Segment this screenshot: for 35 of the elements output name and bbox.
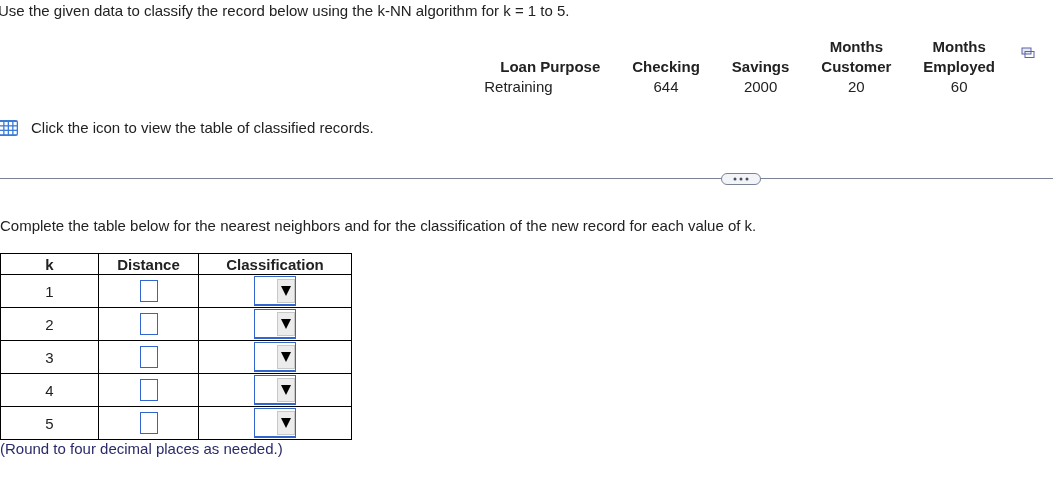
instruction-text: Click the icon to view the table of classified records.	[31, 119, 374, 136]
column-header: Distance	[98, 253, 199, 275]
table-cell: 4	[0, 373, 99, 407]
classification-dropdown[interactable]	[254, 309, 296, 339]
copy-icon[interactable]	[1021, 47, 1035, 59]
classification-dropdown[interactable]	[254, 276, 296, 306]
record-value: 20	[847, 77, 866, 97]
classification-dropdown[interactable]	[254, 342, 296, 372]
record-value: 2000	[742, 77, 779, 97]
column-header: k	[0, 253, 99, 275]
column-header: Months Customer	[820, 37, 893, 77]
note-text: (Round to four decimal places as needed.)	[0, 440, 284, 457]
column-header: Months Employed	[922, 37, 996, 77]
distance-input[interactable]	[139, 379, 158, 401]
record-value: 644	[652, 77, 680, 97]
record-value: 60	[949, 77, 969, 97]
distance-input[interactable]	[139, 412, 158, 434]
table-cell: 5	[0, 406, 99, 440]
table-cell: 3	[0, 340, 99, 374]
column-header: Savings	[730, 57, 791, 77]
classification-dropdown[interactable]	[254, 375, 296, 405]
prompt-text: Complete the table below for the nearest neighbors and for the classification of the new record for each value of k.	[0, 217, 758, 234]
record-value: Retraining	[484, 77, 554, 97]
more-icon[interactable]	[721, 173, 761, 185]
distance-input[interactable]	[139, 280, 158, 302]
column-header: Classification	[198, 253, 352, 275]
table-cell: 2	[0, 307, 99, 341]
table-icon[interactable]	[0, 119, 18, 136]
instruction-text: Use the given data to classify the record below using the k-NN algorithm for k = 1 to 5.	[0, 1, 571, 19]
table-cell: 1	[0, 274, 99, 308]
distance-input[interactable]	[139, 346, 158, 368]
classification-dropdown[interactable]	[254, 408, 296, 438]
column-header: Checking	[631, 57, 701, 77]
column-header: Loan Purpose	[499, 57, 602, 77]
distance-input[interactable]	[139, 313, 158, 335]
